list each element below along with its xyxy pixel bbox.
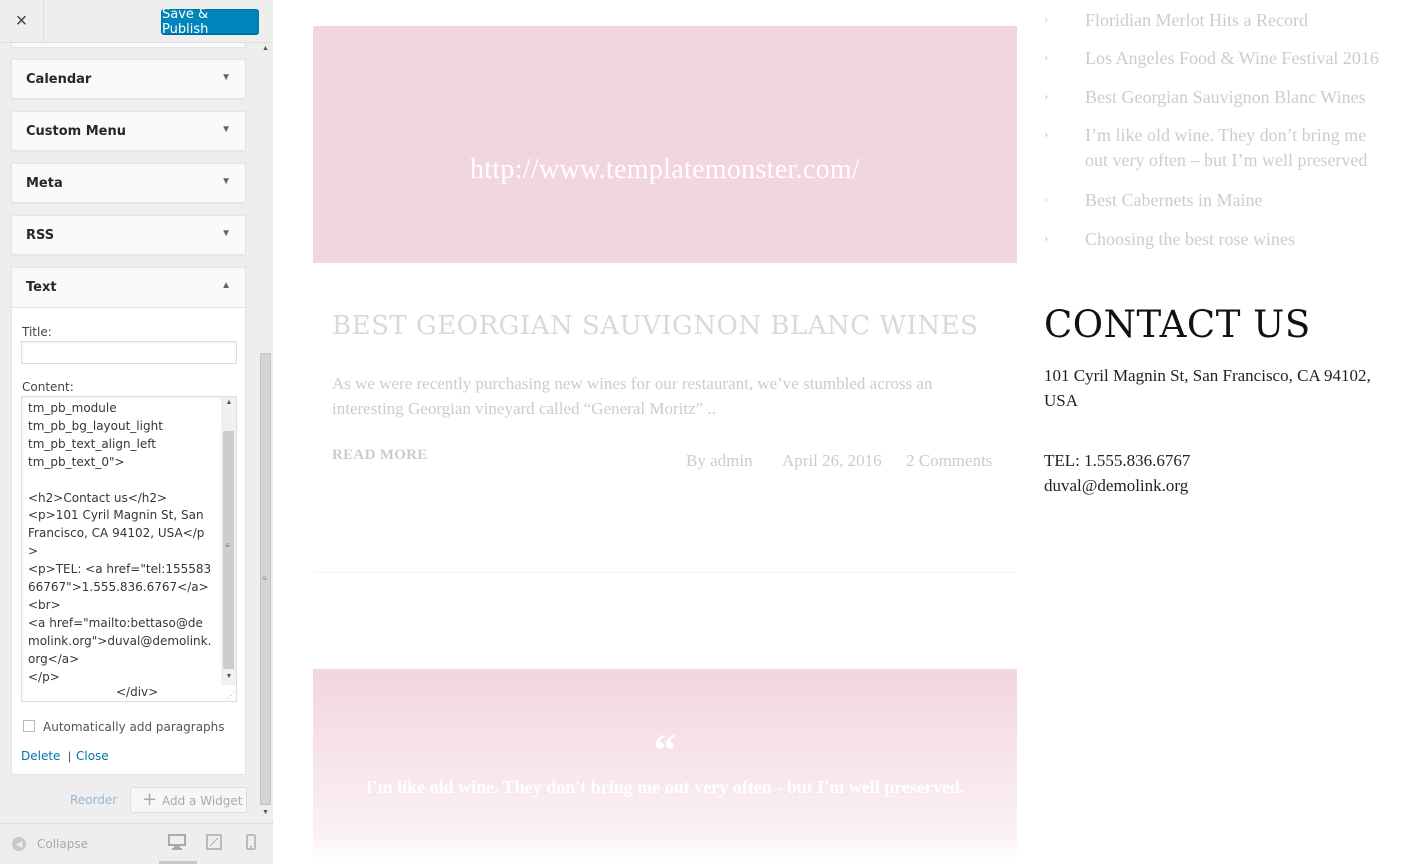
- panel-scrollbar[interactable]: ▲ ≡ ▼: [258, 43, 273, 821]
- chevron-right-icon: ›: [1044, 49, 1049, 64]
- close-icon: ×: [15, 10, 28, 32]
- expand-arrow-icon[interactable]: ▼: [221, 176, 231, 187]
- grip-icon: ≡: [225, 541, 230, 550]
- scroll-up-icon[interactable]: ▲: [258, 45, 273, 55]
- widget-text: Text ▲ Title: Content: tm_pb_module tm_p…: [11, 267, 246, 775]
- content-textarea[interactable]: tm_pb_module tm_pb_bg_layout_light tm_pb…: [21, 396, 237, 702]
- post-image-url-text: http://www.templatemonster.com/: [469, 154, 861, 185]
- scroll-down-icon[interactable]: ▼: [221, 673, 236, 680]
- scroll-down-icon[interactable]: ▼: [258, 809, 273, 819]
- collapse-label[interactable]: Collapse: [37, 837, 88, 851]
- content-field-label: Content:: [22, 380, 74, 394]
- scroll-up-icon[interactable]: ▲: [221, 399, 236, 406]
- content-textarea-tail: </div>: [116, 685, 159, 699]
- link-separator: |: [68, 749, 72, 763]
- widget-meta[interactable]: Meta ▼: [11, 163, 246, 203]
- widget-custom-menu[interactable]: Custom Menu ▼: [11, 111, 246, 151]
- recent-post-link[interactable]: Floridian Merlot Hits a Record: [1085, 8, 1385, 33]
- close-customizer-button[interactable]: ×: [0, 0, 44, 43]
- plus-icon: +: [142, 789, 158, 810]
- collapse-icon[interactable]: ◀: [12, 837, 26, 851]
- widget-partial-top: [11, 43, 246, 48]
- post-author[interactable]: By admin: [686, 451, 753, 471]
- quote-text: I'm like old wine. They don't bring me o…: [365, 777, 965, 797]
- widget-text-header[interactable]: Text ▲: [12, 268, 245, 308]
- widget-title: Meta: [26, 176, 63, 191]
- recent-post-link[interactable]: Los Angeles Food & Wine Festival 2016: [1085, 46, 1385, 71]
- customizer-panel: × Save & Publish Calendar ▼ Custom Menu …: [0, 0, 273, 864]
- post-excerpt: As we were recently purchasing new wines…: [332, 374, 933, 418]
- expand-arrow-icon[interactable]: ▼: [221, 228, 231, 239]
- contact-address: 101 Cyril Magnin St, San Francisco, CA 9…: [1044, 366, 1371, 410]
- mobile-preview-icon[interactable]: [245, 834, 265, 854]
- delete-link[interactable]: Delete: [21, 749, 60, 763]
- desktop-preview-icon[interactable]: [168, 834, 188, 854]
- post-featured-image[interactable]: http://www.templatemonster.com/: [313, 26, 1017, 263]
- contact-email-link[interactable]: duval@demolink.org: [1044, 473, 1188, 498]
- customizer-header: × Save & Publish: [0, 0, 273, 43]
- chevron-right-icon: ›: [1044, 230, 1049, 245]
- recent-post-link[interactable]: I’m like old wine. They don’t bring me o…: [1085, 123, 1385, 173]
- add-widget-button[interactable]: + Add a Widget: [130, 787, 247, 813]
- recent-post-link[interactable]: Best Cabernets in Maine: [1085, 188, 1385, 213]
- auto-paragraphs-label: Automatically add paragraphs: [43, 720, 225, 734]
- customizer-footer: ◀ Collapse: [0, 823, 273, 864]
- title-field-label: Title:: [22, 325, 52, 339]
- post-divider: [313, 572, 1017, 573]
- reorder-link[interactable]: Reorder: [70, 793, 117, 807]
- widget-title: Calendar: [26, 72, 92, 87]
- collapse-arrow-icon[interactable]: ▲: [221, 280, 231, 291]
- grip-icon: ≡: [262, 574, 267, 583]
- post-title[interactable]: BEST GEORGIAN SAUVIGNON BLANC WINES: [332, 311, 978, 341]
- save-publish-button[interactable]: Save & Publish: [161, 7, 259, 37]
- quote-icon: “: [653, 724, 677, 775]
- tablet-preview-icon[interactable]: [206, 834, 226, 854]
- quote-post: “ I'm like old wine. They don't bring me…: [313, 669, 1017, 864]
- expand-arrow-icon[interactable]: ▼: [221, 72, 231, 83]
- auto-paragraphs-checkbox[interactable]: [23, 720, 35, 732]
- chevron-right-icon: ›: [1044, 191, 1049, 206]
- panel-scroll-thumb[interactable]: ≡: [260, 353, 271, 805]
- widget-title: RSS: [26, 228, 55, 243]
- recent-post-link[interactable]: Choosing the best rose wines: [1085, 227, 1385, 252]
- textarea-scrollbar[interactable]: ▲ ≡ ▼: [221, 397, 236, 685]
- add-widget-label: Add a Widget: [162, 794, 243, 808]
- widget-calendar[interactable]: Calendar ▼: [11, 59, 246, 99]
- post-comments-link[interactable]: 2 Comments: [906, 451, 992, 471]
- close-link[interactable]: Close: [76, 749, 109, 763]
- contact-phone-link[interactable]: TEL: 1.555.836.6767: [1044, 448, 1190, 473]
- chevron-right-icon: ›: [1044, 11, 1049, 26]
- recent-post-link[interactable]: Best Georgian Sauvignon Blanc Wines: [1085, 85, 1385, 110]
- chevron-right-icon: ›: [1044, 88, 1049, 103]
- resize-handle-icon[interactable]: ⋰: [227, 691, 235, 700]
- contact-heading: CONTACT US: [1044, 303, 1311, 346]
- widget-title: Custom Menu: [26, 124, 127, 139]
- widget-rss[interactable]: RSS ▼: [11, 215, 246, 255]
- chevron-right-icon: ›: [1044, 126, 1049, 141]
- content-textarea-text: tm_pb_module tm_pb_bg_layout_light tm_pb…: [28, 401, 212, 684]
- expand-arrow-icon[interactable]: ▼: [221, 124, 231, 135]
- textarea-scroll-thumb[interactable]: ≡: [223, 431, 234, 669]
- post-date[interactable]: April 26, 2016: [782, 451, 882, 471]
- title-input[interactable]: [21, 341, 237, 364]
- widget-title: Text: [26, 280, 57, 295]
- site-preview: http://www.templatemonster.com/ BEST GEO…: [274, 0, 1419, 864]
- read-more-link[interactable]: READ MORE: [332, 447, 428, 464]
